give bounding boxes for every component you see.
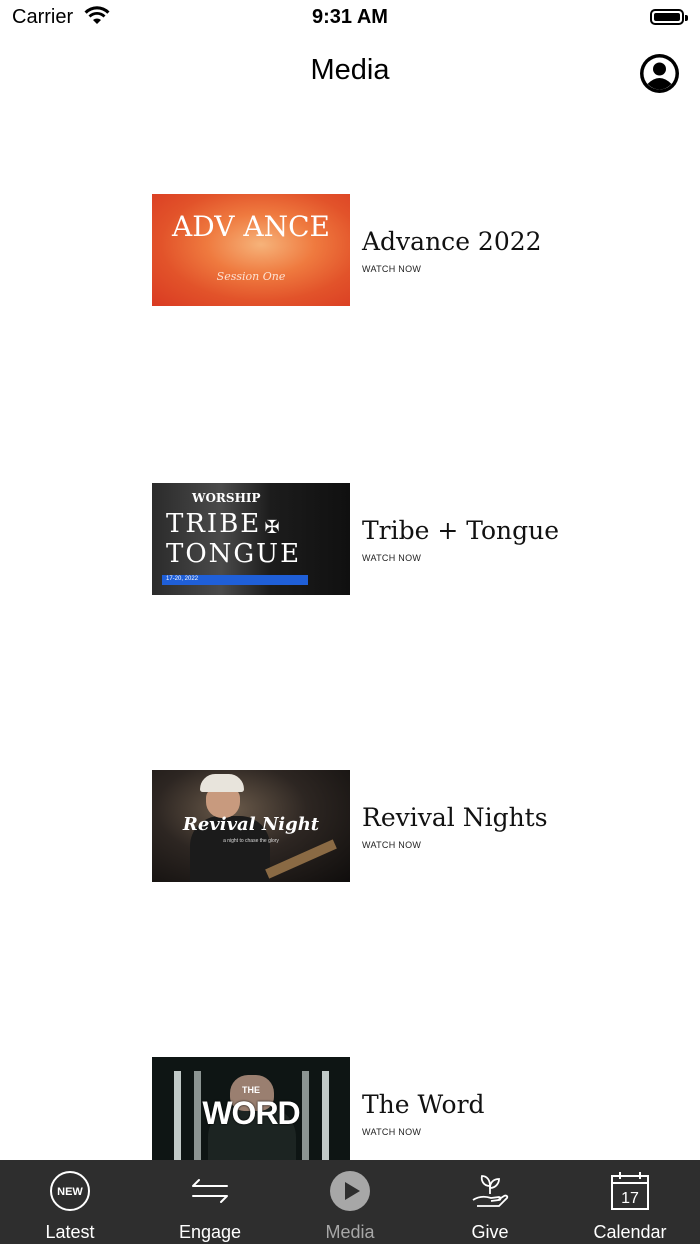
media-item-advance[interactable]: ADV ANCE Session One Advance 2022 WATCH …	[152, 194, 572, 306]
tab-label: Calendar	[593, 1222, 667, 1242]
thumbnail-word-text: WORD	[202, 1095, 300, 1131]
thumbnail-the-text: THE	[242, 1085, 260, 1095]
tab-label: Engage	[178, 1222, 242, 1242]
tab-label: Media	[325, 1222, 375, 1242]
page-title: Media	[310, 54, 390, 86]
tab-calendar[interactable]: 17 Calendar	[560, 1160, 700, 1244]
watch-now-label[interactable]: WATCH NOW	[362, 264, 421, 274]
media-thumbnail[interactable]: ADV ANCE Session One	[152, 194, 350, 306]
tab-bar: NEW Latest Engage Media Give 17 Calendar	[0, 1160, 700, 1244]
new-badge-text: NEW	[57, 1186, 83, 1198]
media-item-title[interactable]: The Word	[362, 1090, 485, 1119]
cross-icon: ✠	[264, 517, 280, 537]
swap-arrows-icon	[192, 1179, 228, 1203]
calendar-day-text: 17	[621, 1190, 639, 1207]
user-avatar-icon	[640, 54, 679, 93]
thumbnail-worship-text: WORSHIP	[192, 491, 261, 505]
thumbnail-tribe-text: TRIBE	[166, 509, 262, 539]
status-time: 9:31 AM	[312, 6, 388, 28]
tab-latest[interactable]: NEW Latest	[0, 1160, 140, 1244]
media-item-tribe-tongue[interactable]: WORSHIP TRIBE TONGUE ✠ 17-20, 2022 Tribe…	[152, 483, 572, 595]
media-thumbnail[interactable]: Revival Night a night to chase the glory	[152, 770, 350, 882]
watch-now-label[interactable]: WATCH NOW	[362, 840, 421, 850]
thumbnail-date-bar: 17-20, 2022	[162, 575, 308, 585]
thumbnail-tongue-text: TONGUE	[166, 539, 302, 569]
hand-plant-icon	[472, 1175, 509, 1207]
thumbnail-subtitle-text: a night to chase the glory	[223, 838, 279, 844]
media-item-title[interactable]: Revival Nights	[362, 803, 548, 832]
calendar-icon: 17	[611, 1172, 649, 1210]
play-circle-icon	[330, 1171, 370, 1211]
thumbnail-title-text: Revival Night	[182, 814, 320, 835]
watch-now-label[interactable]: WATCH NOW	[362, 553, 421, 563]
tab-media[interactable]: Media	[280, 1160, 420, 1244]
media-thumbnail[interactable]: THE WORD	[152, 1057, 350, 1169]
media-item-revival-nights[interactable]: Revival Night a night to chase the glory…	[152, 770, 572, 882]
thumbnail-script-text: Session One	[216, 270, 286, 283]
media-item-the-word[interactable]: THE WORD The Word WATCH NOW	[152, 1057, 572, 1169]
new-badge-icon: NEW	[50, 1171, 90, 1211]
thumbnail-guitar	[265, 839, 337, 879]
media-item-title[interactable]: Advance 2022	[362, 227, 542, 256]
status-bar: Carrier 9:31 AM	[0, 0, 700, 36]
media-item-title[interactable]: Tribe + Tongue	[362, 516, 559, 545]
tab-label: Give	[471, 1222, 509, 1242]
tab-give[interactable]: Give	[420, 1160, 560, 1244]
thumbnail-title-text: ADV ANCE	[172, 210, 330, 243]
watch-now-label[interactable]: WATCH NOW	[362, 1127, 421, 1137]
thumbnail-person-cap	[200, 774, 244, 792]
profile-button[interactable]	[640, 54, 679, 93]
media-thumbnail[interactable]: WORSHIP TRIBE TONGUE ✠ 17-20, 2022	[152, 483, 350, 595]
battery-icon	[650, 9, 688, 25]
tab-engage[interactable]: Engage	[140, 1160, 280, 1244]
tab-label: Latest	[45, 1222, 95, 1242]
thumbnail-date-text: 17-20, 2022	[166, 576, 199, 582]
